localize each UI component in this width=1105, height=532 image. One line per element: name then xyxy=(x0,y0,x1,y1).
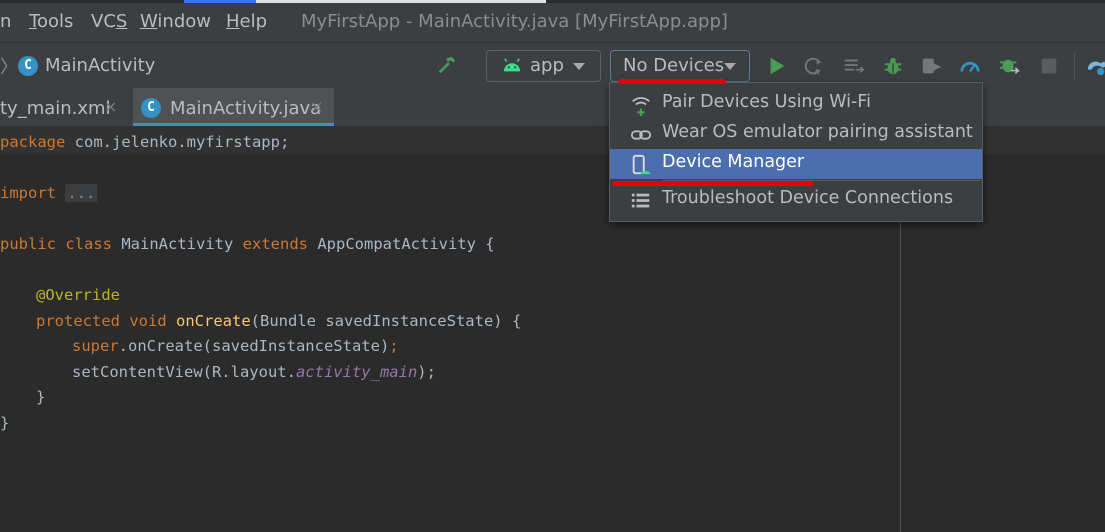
menu-item-vcs[interactable]: VCS xyxy=(91,11,127,32)
menu-item-label: Troubleshoot Device Connections xyxy=(662,188,954,208)
right-margin-guide xyxy=(900,221,901,532)
menu-item-troubleshoot-connections[interactable]: Troubleshoot Device Connections xyxy=(610,185,982,215)
close-icon[interactable]: × xyxy=(104,97,117,116)
code-line-import: import ... xyxy=(0,184,98,202)
tab-label: ty_main.xml xyxy=(0,98,111,119)
menu-item-navigate[interactable]: n xyxy=(0,11,11,32)
device-selector-label: No Devices xyxy=(623,55,725,76)
link-icon xyxy=(630,130,652,140)
attach-debugger-icon[interactable] xyxy=(998,55,1020,77)
menu-item-device-manager[interactable]: Device Manager xyxy=(610,149,982,179)
menu-item-wear-os-pairing[interactable]: Wear OS emulator pairing assistant xyxy=(610,119,982,149)
menu-item-help[interactable]: Help xyxy=(226,11,267,32)
run-config-select[interactable]: app xyxy=(486,50,601,82)
debug-icon[interactable] xyxy=(882,55,904,77)
svg-text:A: A xyxy=(814,67,820,77)
window-title: MyFirstApp - MainActivity.java [MyFirstA… xyxy=(301,11,728,32)
menu-item-window[interactable]: Window xyxy=(140,11,211,32)
code-line-method: protected void onCreate(Bundle savedInst… xyxy=(36,312,522,330)
close-icon[interactable]: × xyxy=(310,97,323,116)
tab-mainactivity-java[interactable]: C MainActivity.java × xyxy=(133,88,334,126)
device-dropdown-menu: Pair Devices Using Wi-Fi Wear OS emulato… xyxy=(609,82,983,222)
wifi-plus-icon xyxy=(632,97,650,116)
breadcrumb-mainactivity[interactable]: MainActivity xyxy=(45,55,155,76)
device-manager-icon xyxy=(632,154,652,175)
hammer-icon[interactable] xyxy=(436,54,458,76)
gradle-sync-icon[interactable] xyxy=(1086,55,1105,77)
menu-item-label: Device Manager xyxy=(662,152,805,172)
java-class-icon: C xyxy=(141,98,161,118)
list-icon xyxy=(631,193,650,208)
menu-item-label: Wear OS emulator pairing assistant xyxy=(662,122,973,142)
tab-activity-main-xml[interactable]: ty_main.xml × xyxy=(0,88,130,126)
toolbar-divider xyxy=(1074,53,1075,79)
android-icon xyxy=(503,58,521,72)
stop-icon[interactable] xyxy=(1038,55,1060,77)
code-line-setcontentview: setContentView(R.layout.activity_main); xyxy=(72,363,436,381)
chevron-down-icon xyxy=(573,63,585,70)
code-line-package: package com.jelenko.myfirstapp; xyxy=(0,133,290,151)
run-config-label: app xyxy=(530,55,564,76)
folded-imports[interactable]: ... xyxy=(65,184,98,202)
menu-bar: n Tools VCS Window Help MyFirstApp - Mai… xyxy=(0,3,1105,42)
code-line-close-method: } xyxy=(36,388,46,406)
red-annotation-underline-device-manager xyxy=(612,181,814,186)
profile-icon[interactable] xyxy=(921,55,943,77)
tab-label: MainActivity.java xyxy=(170,98,322,119)
run-icon[interactable] xyxy=(766,55,788,77)
breadcrumb-chevron: 〉 xyxy=(0,57,18,78)
profiler-gauge-icon[interactable] xyxy=(959,55,981,77)
menu-item-label: Pair Devices Using Wi-Fi xyxy=(662,92,871,112)
code-line-annotation: @Override xyxy=(36,286,120,304)
device-selector[interactable]: No Devices xyxy=(610,50,750,82)
red-annotation-underline-no-devices xyxy=(618,79,726,84)
code-line-class: public class MainActivity extends AppCom… xyxy=(0,235,495,253)
code-line-close-class: } xyxy=(0,414,10,432)
java-class-icon: C xyxy=(18,56,38,76)
code-line-super: super.onCreate(savedInstanceState); xyxy=(72,337,399,355)
apply-code-changes-icon[interactable] xyxy=(843,55,865,77)
menu-item-pair-devices-wifi[interactable]: Pair Devices Using Wi-Fi xyxy=(610,89,982,119)
menu-item-tools[interactable]: Tools xyxy=(29,11,73,32)
apply-changes-restart-icon[interactable]: A xyxy=(803,55,825,77)
chevron-down-icon xyxy=(724,63,736,70)
